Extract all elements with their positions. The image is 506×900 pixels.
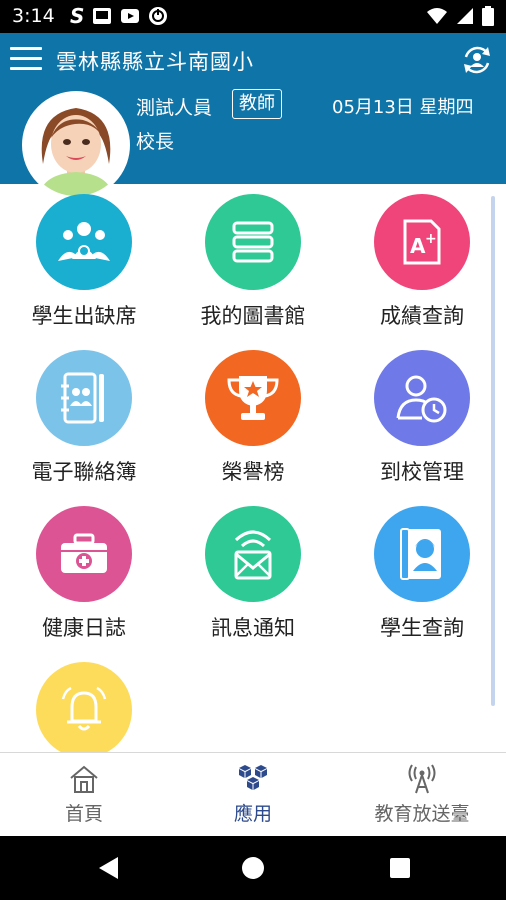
tile-label: 訊息通知: [211, 616, 295, 640]
tile-student-inquiry[interactable]: 學生查詢: [338, 496, 506, 652]
tile-contact-book[interactable]: 電子聯絡簿: [0, 340, 168, 496]
android-nav-bar: [0, 836, 506, 900]
battery-icon: [482, 6, 494, 26]
broadcast-tower-icon: [408, 764, 436, 794]
scrollbar[interactable]: [491, 196, 495, 706]
nav-label-apps: 應用: [233, 803, 272, 825]
tile-label: 健康日誌: [42, 616, 126, 640]
app-header: 雲林縣縣立斗南國小 測試人員 教師 05月13日 星期四 校長: [0, 33, 506, 199]
status-left-icons: S: [70, 6, 168, 26]
app-grid: 學生出缺席 我的圖書館 A + 成績查詢 電子聯絡簿 榮譽榜 到校管理 健康日誌…: [0, 184, 506, 752]
tile-arrival-management[interactable]: 到校管理: [338, 340, 506, 496]
user-clock-icon: [374, 350, 470, 446]
tile-label: 榮譽榜: [221, 460, 285, 484]
wifi-icon: [427, 8, 447, 24]
bottom-nav: 首頁 應用 教育放送臺: [0, 752, 506, 836]
tile-my-library[interactable]: 我的圖書館: [169, 184, 337, 340]
status-time: 3:14: [12, 5, 55, 27]
role-badge: 教師: [232, 89, 282, 119]
svg-text:+: +: [425, 231, 437, 247]
avatar-portrait: [25, 94, 127, 196]
status-right-icons: [426, 6, 494, 26]
hamburger-menu-icon[interactable]: [10, 47, 42, 73]
medical-kit-icon: [36, 506, 132, 602]
nav-label-broadcast: 教育放送臺: [374, 803, 470, 825]
tile-notification-bell[interactable]: [0, 652, 168, 752]
svg-text:S: S: [70, 6, 84, 26]
nav-label-home: 首頁: [64, 803, 103, 825]
tile-label: 學生查詢: [380, 616, 464, 640]
tile-label: 我的圖書館: [200, 304, 306, 328]
home-icon: [70, 765, 98, 793]
photo-icon: [93, 8, 111, 24]
youtube-icon: [121, 9, 139, 23]
s-app-icon: S: [70, 6, 84, 26]
switch-account-icon[interactable]: [460, 43, 494, 77]
tile-message-notification[interactable]: 訊息通知: [169, 496, 337, 652]
school-name-title: 雲林縣縣立斗南國小: [56, 50, 254, 74]
cubes-icon: [239, 765, 267, 790]
signal-icon: [457, 8, 473, 24]
tile-label: 到校管理: [380, 460, 464, 484]
tile-label: 學生出缺席: [31, 304, 137, 328]
message-signal-icon: [205, 506, 301, 602]
back-icon[interactable]: [98, 856, 120, 880]
tile-grade-inquiry[interactable]: A + 成績查詢: [338, 184, 506, 340]
tile-health-log[interactable]: 健康日誌: [0, 496, 168, 652]
nav-tab-apps[interactable]: 應用: [169, 753, 337, 837]
books-icon: [205, 194, 301, 290]
user-name: 測試人員: [136, 97, 213, 119]
avatar[interactable]: [22, 91, 130, 199]
bell-icon: [36, 662, 132, 752]
nav-tab-broadcast[interactable]: 教育放送臺: [338, 753, 506, 837]
contact-book-icon: [36, 350, 132, 446]
recent-apps-icon[interactable]: [390, 858, 410, 878]
svg-text:A: A: [410, 234, 426, 258]
tile-honor-roll[interactable]: 榮譽榜: [169, 340, 337, 496]
grade-a-plus-icon: A +: [374, 194, 470, 290]
date-text: 05月13日 星期四: [332, 97, 474, 118]
status-bar: 3:14 S: [0, 0, 506, 33]
home-button-icon[interactable]: [242, 857, 264, 879]
sync-icon: [149, 7, 167, 25]
nav-tab-home[interactable]: 首頁: [0, 753, 168, 837]
trophy-icon: [205, 350, 301, 446]
students-group-icon: [36, 194, 132, 290]
user-title: 校長: [136, 131, 175, 153]
tile-label: 電子聯絡簿: [31, 460, 137, 484]
tile-student-attendance[interactable]: 學生出缺席: [0, 184, 168, 340]
student-profile-icon: [374, 506, 470, 602]
tile-label: 成績查詢: [380, 304, 464, 328]
